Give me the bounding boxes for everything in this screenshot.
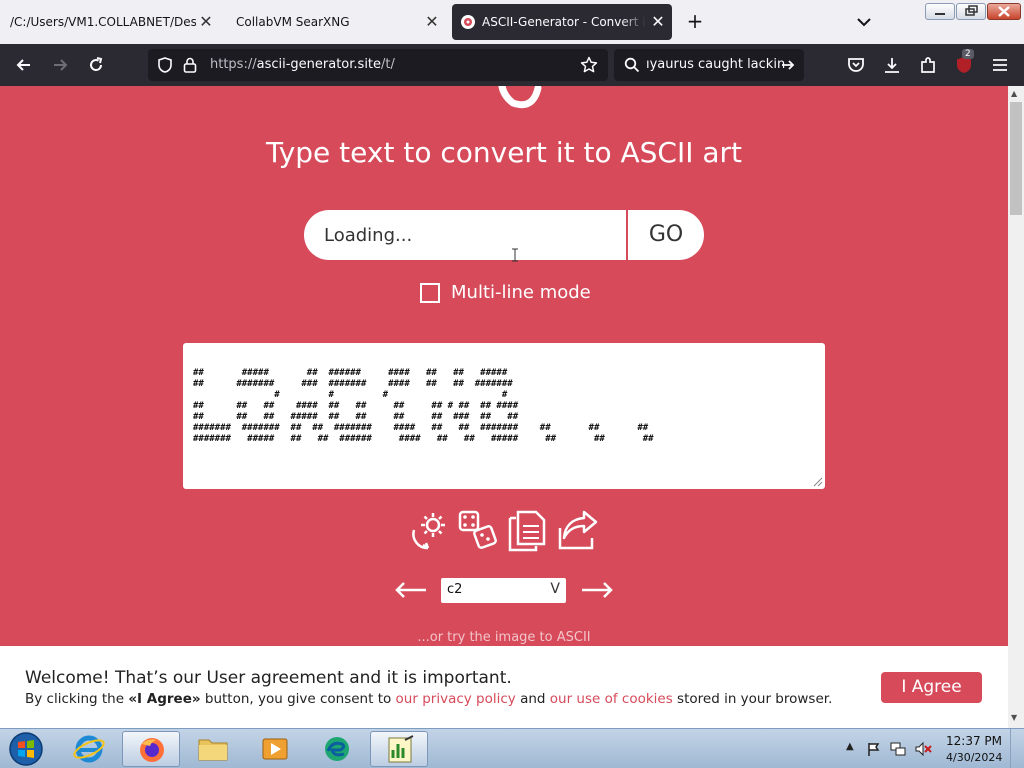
scroll-thumb[interactable] — [1010, 102, 1022, 215]
page-headline: Type text to convert it to ASCII art — [265, 136, 743, 169]
firefox-icon — [140, 738, 164, 762]
next-font-arrow-icon[interactable] — [580, 580, 614, 600]
internet-explorer-icon — [73, 735, 105, 763]
extensions-icon[interactable] — [918, 55, 938, 75]
page-content: Type text to convert it to ASCII art GO … — [0, 86, 1008, 728]
site-logo — [498, 86, 542, 109]
font-select-value: c2 — [447, 582, 463, 597]
clock-time[interactable]: 12:37 PM — [946, 734, 1002, 748]
cookie-text-suffix: stored in your browser. — [672, 691, 833, 707]
agree-button[interactable]: I Agree — [881, 672, 982, 703]
chevron-down-icon: V — [550, 581, 560, 597]
url-path: /t/ — [381, 57, 395, 72]
go-button[interactable]: GO — [626, 210, 704, 260]
taskbar-media-player[interactable] — [246, 731, 304, 767]
text-cursor-icon — [512, 248, 518, 262]
cookie-text: By clicking the «I Agree» button, you gi… — [25, 691, 832, 707]
dice-icon[interactable] — [456, 508, 500, 552]
multiline-label: Multi-line mode — [451, 282, 591, 303]
url-scheme: https:// — [210, 57, 257, 72]
search-icon — [624, 57, 640, 73]
show-desktop-button[interactable] — [1010, 729, 1024, 768]
font-select[interactable]: c2 V — [441, 578, 566, 603]
new-tab-icon[interactable]: + — [684, 10, 706, 32]
tab-title: CollabVM SearXNG — [236, 15, 350, 29]
forward-arrow-icon[interactable] — [50, 55, 70, 75]
back-arrow-icon[interactable] — [14, 55, 34, 75]
search-bar[interactable]: ıyaurus caught lackin — [614, 49, 804, 81]
privacy-policy-link[interactable]: our privacy policy — [396, 691, 516, 707]
image-to-ascii-link[interactable]: ...or try the image to ASCII — [0, 630, 1008, 645]
favicon-icon — [461, 15, 475, 29]
taskbar-file-explorer[interactable] — [184, 731, 242, 767]
taskbar-notepad[interactable] — [370, 731, 428, 767]
multiline-checkbox[interactable] — [420, 282, 440, 303]
tab-local-file[interactable]: /C:/Users/VM1.COLLABNET/Deskto ✕ — [0, 4, 220, 40]
go-arrow-icon[interactable] — [780, 57, 796, 73]
shield-icon[interactable] — [156, 56, 174, 74]
cookie-text-mid1: button, you give consent to — [200, 691, 396, 707]
random-font-gear-icon[interactable] — [406, 508, 450, 552]
cookie-text-prefix: By clicking the — [25, 691, 129, 707]
minimize-window-button[interactable] — [925, 3, 955, 20]
menu-icon[interactable] — [990, 55, 1010, 75]
ublock-extension-button[interactable]: 2 — [954, 49, 976, 77]
taskbar-edge[interactable] — [308, 731, 366, 767]
pocket-icon[interactable] — [846, 55, 866, 75]
tab-strip: /C:/Users/VM1.COLLABNET/Deskto ✕ CollabV… — [0, 0, 1024, 44]
cookie-title: Welcome! That’s our User agreement and i… — [25, 668, 512, 688]
scroll-up-icon[interactable]: ▲ — [1011, 89, 1017, 98]
download-icon[interactable] — [882, 55, 902, 75]
start-button[interactable] — [4, 731, 48, 767]
extension-badge: 2 — [962, 49, 974, 59]
resize-grip-icon[interactable] — [811, 475, 823, 487]
media-player-icon — [262, 738, 288, 760]
tab-searxng[interactable]: CollabVM SearXNG ✕ — [226, 4, 446, 40]
page-scrollbar[interactable]: ▲ ▼ — [1008, 86, 1024, 728]
cookie-button-ref: «I Agree» — [128, 691, 201, 707]
cookie-consent-banner: Welcome! That’s our User agreement and i… — [0, 646, 1008, 728]
previous-font-arrow-icon[interactable] — [394, 580, 428, 600]
windows-taskbar: ▲ 12:37 PM 4/30/2024 — [0, 728, 1024, 768]
action-center-flag-icon[interactable] — [866, 741, 882, 757]
clock-date[interactable]: 4/30/2024 — [946, 751, 1002, 764]
navigation-bar: https://ascii-generator.site/t/ ıyaurus … — [0, 44, 1024, 86]
multiline-toggle[interactable]: Multi-line mode — [420, 282, 591, 303]
search-input-text[interactable]: ıyaurus caught lackin — [646, 57, 785, 72]
close-icon[interactable]: ✕ — [650, 14, 666, 30]
cookie-text-mid2: and — [515, 691, 550, 707]
url-bar[interactable]: https://ascii-generator.site/t/ — [148, 49, 608, 81]
tab-ascii-generator[interactable]: ASCII-Generator - Convert image ✕ — [452, 4, 672, 40]
notepad-chart-icon — [388, 735, 414, 763]
close-icon[interactable]: ✕ — [424, 14, 440, 30]
ascii-art-text: ## ##### ## ###### #### ## ## ##### ## #… — [193, 368, 654, 444]
restore-window-button[interactable] — [956, 3, 986, 20]
volume-muted-icon[interactable] — [914, 741, 932, 757]
tab-title: /C:/Users/VM1.COLLABNET/Deskto — [10, 15, 196, 29]
taskbar-firefox[interactable] — [122, 731, 180, 767]
copy-document-icon[interactable] — [506, 508, 550, 552]
tab-title: ASCII-Generator - Convert image — [482, 15, 646, 29]
lock-icon[interactable] — [182, 56, 198, 74]
folder-icon — [198, 739, 228, 761]
bookmark-star-icon[interactable] — [580, 56, 598, 74]
network-icon[interactable] — [890, 741, 906, 757]
show-hidden-icons-icon[interactable]: ▲ — [846, 741, 854, 752]
edge-icon — [325, 737, 349, 761]
share-icon[interactable] — [556, 508, 600, 552]
ascii-output[interactable]: ## ##### ## ###### #### ## ## ##### ## #… — [183, 343, 825, 489]
close-icon[interactable]: ✕ — [198, 14, 214, 30]
url-text[interactable]: https://ascii-generator.site/t/ — [210, 57, 395, 72]
text-input[interactable] — [304, 210, 626, 260]
close-window-button[interactable] — [987, 3, 1021, 20]
taskbar-internet-explorer[interactable] — [60, 731, 118, 767]
system-tray: ▲ 12:37 PM 4/30/2024 — [840, 729, 1024, 768]
cookies-link[interactable]: our use of cookies — [550, 691, 673, 707]
chevron-down-icon[interactable] — [854, 12, 874, 32]
url-host: ascii-generator.site — [256, 57, 382, 72]
reload-icon[interactable] — [86, 55, 106, 75]
scroll-down-icon[interactable]: ▼ — [1011, 713, 1017, 722]
